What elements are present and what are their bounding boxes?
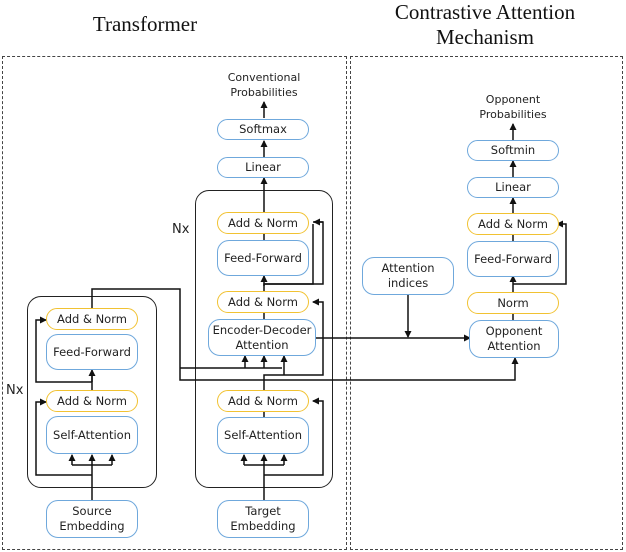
target-embedding-line2: Embedding (230, 519, 296, 533)
cam-feed-forward: Feed-Forward (467, 241, 559, 277)
encoder-add-norm-bottom: Add & Norm (46, 390, 138, 412)
target-embedding: Target Embedding (217, 500, 309, 538)
decoder-self-attention: Self-Attention (217, 417, 309, 454)
cam-norm: Norm (467, 292, 559, 314)
encoder-add-norm-top: Add & Norm (46, 308, 138, 330)
opponent-attention: Opponent Attention (469, 320, 559, 358)
opponent-attention-line1: Opponent (485, 324, 543, 338)
cam-softmin: Softmin (467, 140, 559, 161)
conventional-probabilities-line2: Probabilities (230, 86, 298, 99)
attention-indices-line1: Attention (381, 261, 435, 275)
decoder-linear: Linear (217, 157, 309, 178)
encoder-decoder-attention: Encoder-Decoder Attention (208, 319, 316, 356)
decoder-feed-forward: Feed-Forward (217, 240, 309, 276)
encoder-self-attention: Self-Attention (46, 416, 138, 454)
cam-linear: Linear (467, 177, 559, 198)
decoder-softmax: Softmax (217, 119, 309, 140)
conventional-probabilities-line1: Conventional (227, 71, 301, 84)
encoder-feed-forward: Feed-Forward (46, 334, 138, 370)
attention-indices-line2: indices (387, 276, 429, 290)
target-embedding-line1: Target (245, 504, 281, 518)
decoder-add-norm-bottom: Add & Norm (217, 390, 309, 412)
source-embedding: Source Embedding (46, 500, 138, 538)
opponent-attention-line2: Attention (487, 339, 541, 353)
opponent-probabilities-label: Opponent Probabilities (463, 92, 563, 122)
encoder-decoder-attention-line1: Encoder-Decoder (212, 322, 312, 337)
decoder-add-norm-top: Add & Norm (217, 212, 309, 234)
cam-add-norm: Add & Norm (467, 213, 559, 235)
opponent-probabilities-line2: Probabilities (479, 108, 547, 121)
source-embedding-line1: Source (72, 504, 112, 518)
conventional-probabilities-label: Conventional Probabilities (214, 70, 314, 100)
decoder-add-norm-mid: Add & Norm (217, 291, 309, 313)
opponent-probabilities-line1: Opponent (485, 93, 541, 106)
attention-indices: Attention indices (362, 257, 454, 295)
encoder-decoder-attention-line2: Attention (235, 337, 289, 352)
source-embedding-line2: Embedding (59, 519, 125, 533)
